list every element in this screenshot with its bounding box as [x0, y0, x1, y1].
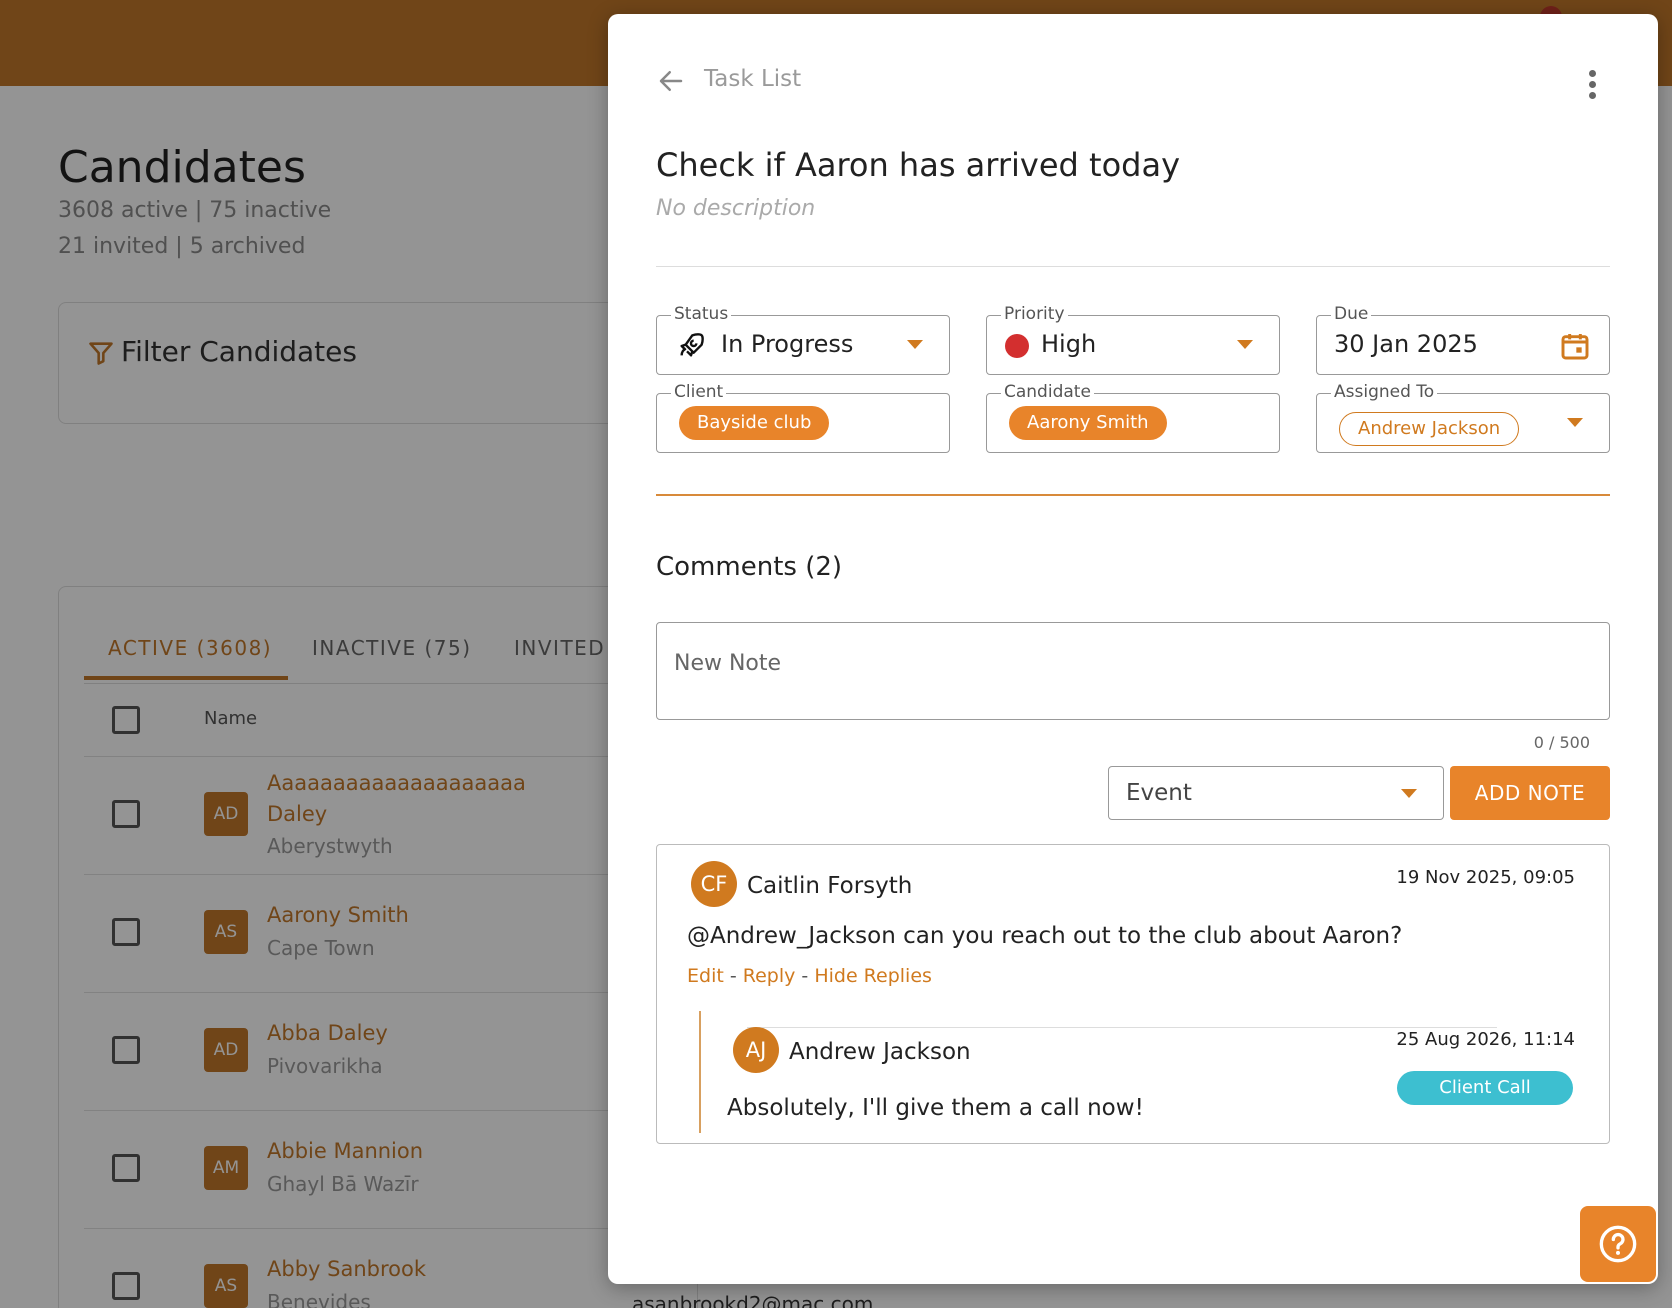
task-detail-drawer: Task List Check if Aaron has arrived tod… — [608, 14, 1658, 1284]
candidate-label: Candidate — [1001, 382, 1094, 402]
reply-thread-bar — [699, 1011, 701, 1133]
avatar: CF — [691, 861, 737, 907]
rocket-icon — [680, 333, 704, 357]
separator: - — [801, 965, 809, 987]
task-title[interactable]: Check if Aaron has arrived today — [656, 146, 1180, 184]
chevron-down-icon — [1237, 340, 1253, 349]
separator: - — [729, 965, 737, 987]
breadcrumb-task-list[interactable]: Task List — [704, 66, 801, 92]
reply-link[interactable]: Reply — [743, 965, 796, 987]
priority-value: High — [1041, 330, 1097, 358]
help-button[interactable] — [1580, 1206, 1656, 1282]
comment-actions: Edit - Reply - Hide Replies — [687, 965, 932, 987]
reply-date: 25 Aug 2026, 11:14 — [1396, 1029, 1575, 1050]
note-char-counter: 0 / 500 — [1533, 733, 1590, 752]
candidate-field[interactable]: Candidate Aarony Smith — [986, 382, 1280, 453]
comment-date: 19 Nov 2025, 09:05 — [1396, 867, 1575, 888]
due-date-field[interactable]: Due 30 Jan 2025 — [1316, 304, 1610, 375]
reply-text: Absolutely, I'll give them a call now! — [727, 1095, 1144, 1121]
client-label: Client — [671, 382, 727, 402]
new-note-input[interactable] — [656, 622, 1610, 720]
arrow-left-icon[interactable] — [656, 66, 686, 96]
note-type-badge: Client Call — [1397, 1071, 1573, 1105]
due-label: Due — [1331, 304, 1372, 324]
section-divider — [656, 494, 1610, 496]
reply-divider — [747, 1027, 1497, 1028]
comments-heading: Comments (2) — [656, 552, 843, 582]
add-note-button[interactable]: ADD NOTE — [1450, 766, 1610, 820]
task-description[interactable]: No description — [656, 196, 815, 221]
help-icon — [1599, 1225, 1637, 1263]
note-type-select[interactable]: Event — [1108, 766, 1444, 820]
priority-label: Priority — [1001, 304, 1068, 324]
edit-comment-link[interactable]: Edit — [687, 965, 724, 987]
priority-dot-icon — [1005, 334, 1029, 358]
assigned-to-select[interactable]: Assigned To Andrew Jackson — [1316, 382, 1610, 453]
status-value: In Progress — [721, 330, 854, 358]
assigned-to-label: Assigned To — [1331, 382, 1438, 402]
due-value: 30 Jan 2025 — [1334, 330, 1478, 358]
header-divider — [656, 266, 1610, 267]
comment-card: CF Caitlin Forsyth 19 Nov 2025, 09:05 @A… — [656, 844, 1610, 1144]
chevron-down-icon — [907, 340, 923, 349]
more-vert-icon[interactable] — [1586, 70, 1598, 106]
reply-author: Andrew Jackson — [789, 1039, 971, 1065]
status-label: Status — [671, 304, 732, 324]
calendar-icon[interactable] — [1559, 330, 1591, 362]
status-select[interactable]: Status In Progress — [656, 304, 950, 375]
assignee-chip[interactable]: Andrew Jackson — [1339, 412, 1520, 446]
comment-text: @Andrew_Jackson can you reach out to the… — [687, 923, 1403, 949]
client-field[interactable]: Client Bayside club — [656, 382, 950, 453]
avatar: AJ — [733, 1027, 779, 1073]
priority-select[interactable]: Priority High — [986, 304, 1280, 375]
chevron-down-icon — [1567, 418, 1583, 427]
hide-replies-link[interactable]: Hide Replies — [814, 965, 932, 987]
comment-author: Caitlin Forsyth — [747, 873, 913, 899]
client-chip[interactable]: Bayside club — [679, 406, 830, 440]
note-type-value: Event — [1126, 780, 1192, 806]
chevron-down-icon — [1401, 789, 1417, 798]
candidate-chip[interactable]: Aarony Smith — [1009, 406, 1167, 440]
